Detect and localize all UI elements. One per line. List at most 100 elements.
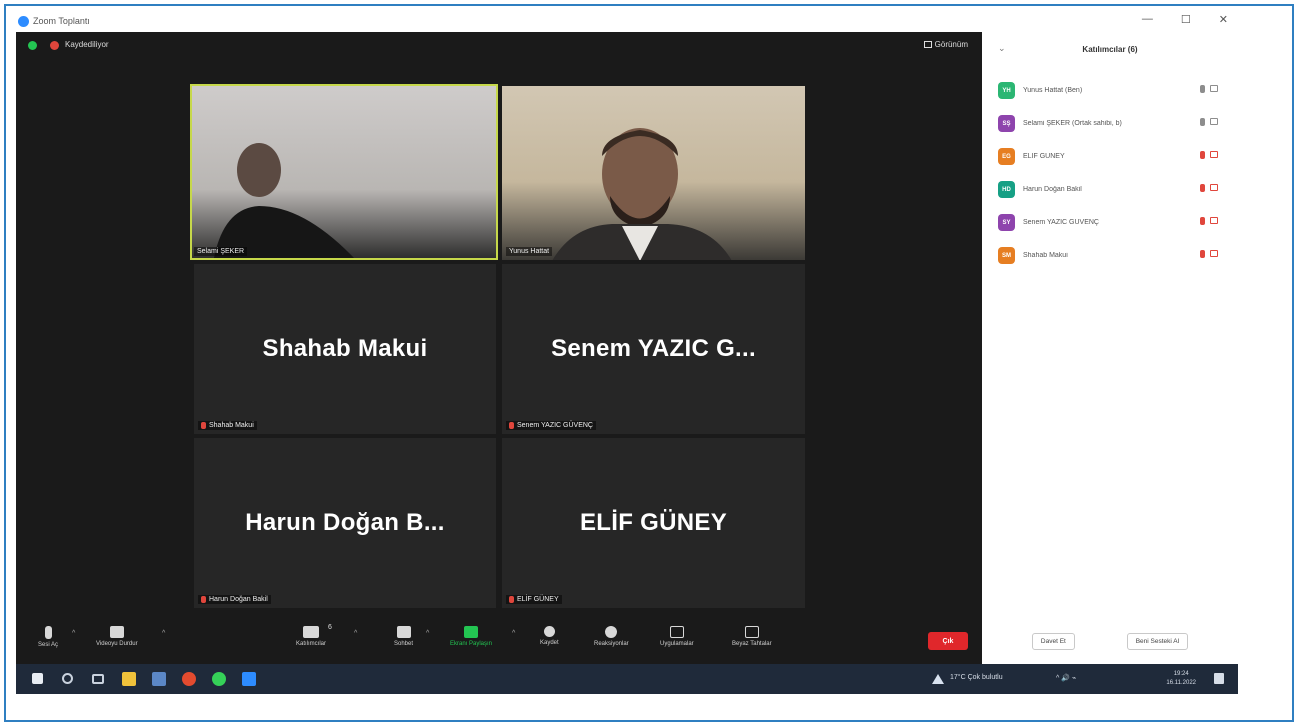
avatar: SŞ [998, 115, 1015, 132]
recording-label: Kaydediliyor [65, 40, 109, 49]
invite-button[interactable]: Davet Et [1031, 633, 1075, 650]
mic-muted-icon [509, 596, 514, 603]
share-screen-icon [464, 626, 479, 638]
tile-name-tag: Senem YAZIC GÜVENÇ [506, 421, 596, 430]
mic-muted-icon [509, 422, 514, 429]
participant-row[interactable]: HD Harun Doğan Bakil [998, 173, 1228, 206]
window-titlebar: Zoom Toplantı — ☐ ✕ [16, 10, 1238, 32]
video-options-caret[interactable]: ^ [162, 630, 165, 637]
participant-name: Yunus Hattat (Ben) [1023, 87, 1083, 94]
chevron-down-icon[interactable]: ⌄ [998, 43, 1006, 54]
mic-muted-icon[interactable] [1200, 151, 1205, 159]
tile-name-tag: Yunus Hattat [506, 247, 553, 256]
chat-icon [396, 626, 411, 638]
mic-muted-icon[interactable] [1200, 217, 1205, 225]
avatar-tile[interactable]: Shahab Makui Shahab Makui [194, 264, 496, 434]
share-options-caret[interactable]: ^ [512, 630, 515, 637]
windows-taskbar: 17°C Çok bulutlu ^ 🔊 ⌁ 19:24 16.11.2022 [16, 664, 1238, 694]
panel-footer: Davet Et Beni Sesteki Al [982, 633, 1238, 650]
video-camera-icon[interactable] [1210, 118, 1218, 125]
participants-panel: ⌄ Katılımcılar (6) YH Yunus Hattat (Ben)… [982, 32, 1238, 664]
word-icon[interactable] [152, 672, 166, 686]
participant-video [552, 128, 732, 260]
avatar-tile[interactable]: Harun Doğan B... Harun Doğan Bakil [194, 438, 496, 608]
apps-icon [669, 626, 684, 638]
video-button[interactable]: Videoyu Durdur [96, 626, 138, 647]
participant-name: ELİF GÜNEY [1023, 153, 1065, 160]
tile-name-tag: Shahab Makui [198, 421, 257, 430]
window-controls: — ☐ ✕ [1142, 13, 1228, 26]
meeting-topbar: Kaydediliyor Görünüm [16, 32, 982, 58]
mute-button[interactable]: Sesi Aç [38, 626, 58, 648]
whatsapp-icon[interactable] [212, 672, 226, 686]
close-button[interactable]: ✕ [1219, 13, 1228, 26]
chrome-icon[interactable] [182, 672, 196, 686]
meeting-area: Kaydediliyor Görünüm Selami ŞEKER Yunus … [16, 32, 982, 664]
system-tray[interactable]: ^ 🔊 ⌁ [1056, 674, 1076, 682]
participants-count: 6 [328, 624, 332, 631]
zoom-icon[interactable] [242, 672, 256, 686]
participant-name: Harun Doğan Bakil [1023, 186, 1082, 193]
shield-icon[interactable] [28, 41, 37, 50]
participant-row[interactable]: SŞ Selami ŞEKER (Ortak sahibi, b) [998, 107, 1228, 140]
video-camera-icon[interactable] [1210, 85, 1218, 92]
panel-title: Katılımcılar (6) [1082, 44, 1138, 54]
video-tile[interactable]: Selami ŞEKER [190, 84, 498, 260]
participant-row[interactable]: YH Yunus Hattat (Ben) [998, 74, 1228, 107]
video-off-icon[interactable] [1210, 184, 1218, 191]
participant-row[interactable]: EG ELİF GÜNEY [998, 140, 1228, 173]
windows-start-icon[interactable] [32, 673, 43, 684]
file-explorer-icon[interactable] [122, 672, 136, 686]
record-button[interactable]: Kaydet [540, 626, 559, 646]
mic-muted-icon[interactable] [1200, 250, 1205, 258]
notification-icon[interactable] [1214, 673, 1224, 684]
leave-button[interactable]: Çık [928, 632, 968, 650]
tile-name-tag: ELİF GÜNEY [506, 595, 562, 604]
mic-muted-icon[interactable] [1200, 184, 1205, 192]
microphone-icon[interactable] [1200, 118, 1205, 126]
tile-name-tag: Selami ŞEKER [194, 247, 248, 256]
video-off-icon[interactable] [1210, 151, 1218, 158]
minimize-button[interactable]: — [1142, 13, 1153, 26]
tile-display-name: Senem YAZIC G... [551, 335, 756, 362]
chat-button[interactable]: Sohbet [394, 626, 413, 647]
chat-options-caret[interactable]: ^ [426, 630, 429, 637]
participant-row[interactable]: SY Senem YAZIC GÜVENÇ [998, 206, 1228, 239]
whiteboard-icon [744, 626, 759, 638]
participant-name: Shahab Makui [1023, 252, 1068, 259]
weather-icon[interactable] [932, 674, 944, 684]
avatar: HD [998, 181, 1015, 198]
whiteboards-button[interactable]: Beyaz Tahtalar [732, 626, 772, 647]
grid-icon [923, 41, 932, 48]
apps-button[interactable]: Uygulamalar [660, 626, 694, 647]
search-icon[interactable] [62, 673, 73, 684]
participants-icon [303, 626, 319, 638]
participant-row[interactable]: SM Shahab Makui [998, 239, 1228, 272]
maximize-button[interactable]: ☐ [1181, 13, 1191, 26]
zoom-icon [18, 15, 29, 27]
video-tile[interactable]: Yunus Hattat [502, 86, 805, 260]
record-icon [543, 626, 555, 637]
avatar-tile[interactable]: Senem YAZIC G... Senem YAZIC GÜVENÇ [502, 264, 805, 434]
microphone-icon[interactable] [1200, 85, 1205, 93]
video-off-icon[interactable] [1210, 250, 1218, 257]
tile-display-name: ELİF GÜNEY [579, 509, 727, 536]
video-off-icon[interactable] [1210, 217, 1218, 224]
panel-header: ⌄ Katılımcılar (6) [982, 32, 1238, 66]
weather-label[interactable]: 17°C Çok bulutlu [950, 674, 1003, 681]
record-icon[interactable] [50, 41, 59, 50]
mute-options-caret[interactable]: ^ [72, 630, 75, 637]
tile-display-name: Shahab Makui [262, 335, 428, 362]
participants-options-caret[interactable]: ^ [354, 630, 357, 637]
unmute-me-button[interactable]: Beni Sesteki Al [1126, 633, 1189, 650]
clock[interactable]: 19:24 16.11.2022 [1166, 670, 1196, 688]
reactions-button[interactable]: Reaksiyonlar [594, 626, 629, 647]
task-view-icon[interactable] [92, 674, 104, 684]
participants-button[interactable]: Katılımcılar [296, 626, 326, 647]
avatar: SM [998, 247, 1015, 264]
share-screen-button[interactable]: Ekranı Paylaşın [450, 626, 492, 647]
window-title: Zoom Toplantı [33, 16, 90, 26]
view-button[interactable]: Görünüm [923, 40, 968, 49]
avatar-tile[interactable]: ELİF GÜNEY ELİF GÜNEY [502, 438, 805, 608]
mic-muted-icon [201, 596, 206, 603]
